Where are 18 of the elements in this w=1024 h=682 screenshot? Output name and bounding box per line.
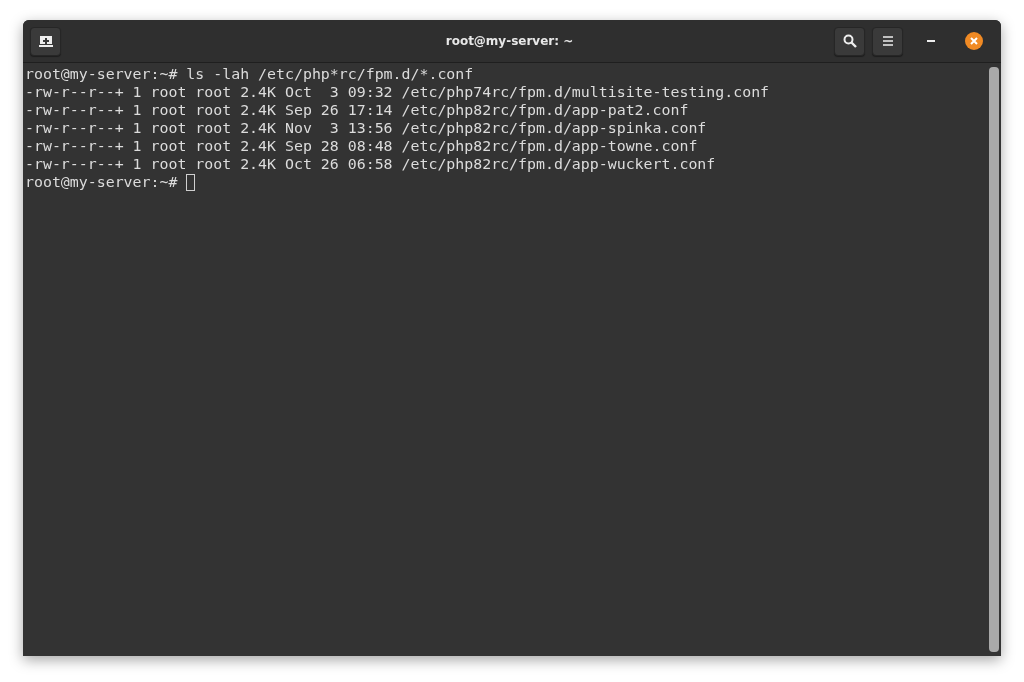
new-tab-button[interactable] bbox=[30, 26, 61, 56]
new-tab-icon bbox=[38, 35, 53, 47]
window-title: root@my-server: ~ bbox=[445, 34, 574, 48]
scrollbar-thumb[interactable] bbox=[989, 67, 999, 652]
terminal-prompt: root@my-server:~# bbox=[25, 173, 178, 191]
search-button[interactable] bbox=[834, 26, 865, 56]
cursor-icon bbox=[186, 173, 196, 191]
menu-button[interactable] bbox=[872, 26, 903, 56]
menu-icon bbox=[882, 36, 893, 46]
terminal-line: -rw-r--r--+ 1 root root 2.4K Sep 28 08:48 /etc/php82rc/fpm.d/app-towne.conf bbox=[25, 137, 699, 155]
terminal-line: root@my-server:~# ls -lah /etc/php*rc/fpm.d/*.conf bbox=[25, 65, 475, 83]
terminal-line: -rw-r--r--+ 1 root root 2.4K Oct 3 09:32 /etc/php74rc/fpm.d/multisite-testing.conf bbox=[25, 83, 771, 101]
terminal-line: -rw-r--r--+ 1 root root 2.4K Sep 26 17:14 /etc/php82rc/fpm.d/app-pat2.conf bbox=[25, 101, 690, 119]
close-icon bbox=[965, 32, 983, 50]
minimize-icon bbox=[927, 40, 935, 42]
search-icon bbox=[842, 34, 857, 48]
terminal-line: -rw-r--r--+ 1 root root 2.4K Oct 26 06:58 /etc/php82rc/fpm.d/app-wuckert.conf bbox=[25, 155, 717, 173]
terminal-line: -rw-r--r--+ 1 root root 2.4K Nov 3 13:56 /etc/php82rc/fpm.d/app-spinka.conf bbox=[25, 119, 708, 137]
